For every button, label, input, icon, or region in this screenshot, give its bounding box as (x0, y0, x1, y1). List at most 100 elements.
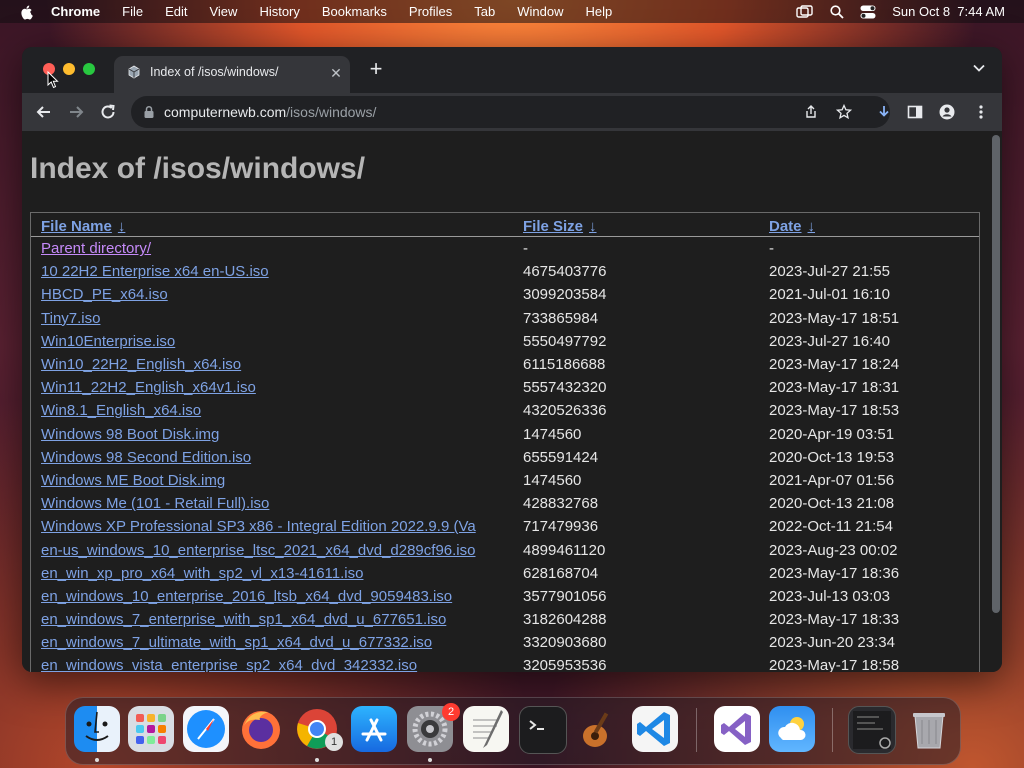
dock-textedit-icon[interactable] (463, 706, 509, 752)
dock-weather-icon[interactable] (769, 706, 815, 752)
file-link[interactable]: Windows Me (101 - Retail Full).iso (41, 495, 269, 512)
file-size-cell: 3320903680 (523, 634, 607, 652)
url-path: /isos/windows/ (286, 104, 377, 120)
apple-menu-icon[interactable] (19, 4, 35, 20)
file-link[interactable]: Tiny7.iso (41, 310, 100, 327)
menu-bar: Chrome File Edit View History Bookmarks … (0, 0, 1024, 23)
sort-arrow-icon[interactable]: ↓ (589, 218, 597, 235)
dock-visual-studio-icon[interactable] (714, 706, 760, 752)
column-header-name[interactable]: File Name ↓ (31, 213, 513, 237)
control-center-icon[interactable] (860, 5, 876, 19)
file-link[interactable]: HBCD_PE_x64.iso (41, 286, 168, 303)
file-name-cell: Tiny7.iso (31, 307, 513, 330)
menu-view[interactable]: View (209, 4, 237, 19)
menu-history[interactable]: History (259, 4, 299, 19)
sort-arrow-icon[interactable]: ↓ (118, 218, 126, 235)
table-row: Win10Enterprise.iso 5550497792 2023-Jul-27… (31, 330, 979, 353)
file-link[interactable]: Win10Enterprise.iso (41, 333, 175, 350)
bookmark-star-icon[interactable] (836, 104, 852, 120)
new-tab-button[interactable]: + (366, 58, 386, 80)
dock-vscode-icon[interactable] (632, 706, 678, 752)
dock-separator (832, 708, 833, 752)
file-link[interactable]: Windows ME Boot Disk.img (41, 472, 225, 489)
file-link[interactable]: en_win_xp_pro_x64_with_sp2_vl_x13-41611.… (41, 565, 363, 582)
sort-by-date-link[interactable]: Date (769, 218, 802, 235)
file-size-cell: 628168704 (523, 564, 599, 582)
file-name-cell: en-us_windows_10_enterprise_ltsc_2021_x6… (31, 538, 513, 561)
reload-button-icon[interactable] (97, 101, 119, 123)
file-link[interactable]: en_windows_vista_enterprise_sp2_x64_dvd_… (41, 657, 417, 672)
dock-launchpad-icon[interactable] (128, 706, 174, 752)
share-icon[interactable] (803, 104, 819, 120)
tab-close-icon[interactable]: ✕ (328, 65, 344, 81)
file-link[interactable]: en_windows_7_ultimate_with_sp1_x64_dvd_u… (41, 634, 432, 651)
dock-recent-window-icon[interactable] (848, 706, 896, 754)
back-button-icon[interactable] (33, 101, 55, 123)
dock-separator (696, 708, 697, 752)
forward-button-icon[interactable] (65, 101, 87, 123)
file-link[interactable]: Windows 98 Second Edition.iso (41, 449, 251, 466)
file-link[interactable]: en_windows_7_enterprise_with_sp1_x64_dvd… (41, 611, 446, 628)
address-bar[interactable]: computernewb.com/isos/windows/ (131, 96, 890, 128)
dock-garageband-icon[interactable] (575, 706, 621, 752)
file-link[interactable]: Windows XP Professional SP3 x86 - Integr… (41, 518, 476, 535)
chrome-badge: 1 (325, 733, 343, 751)
file-link[interactable]: en_windows_10_enterprise_2016_ltsb_x64_d… (41, 588, 452, 605)
dock-safari-icon[interactable] (183, 706, 229, 752)
dock-terminal-icon[interactable] (519, 706, 567, 754)
menu-clock[interactable]: Sun Oct 8 7:44 AM (892, 4, 1005, 19)
table-row: Win11_22H2_English_x64v1.iso 5557432320 20… (31, 376, 979, 399)
tab-strip: Index of /isos/windows/ ✕ + (22, 47, 1002, 93)
dock-firefox-icon[interactable] (238, 706, 284, 752)
dock: 1 2 (65, 697, 961, 765)
file-link[interactable]: Windows 98 Boot Disk.img (41, 426, 219, 443)
mouse-cursor-icon (47, 71, 59, 89)
column-header-size[interactable]: File Size ↓ (513, 213, 759, 237)
file-link[interactable]: en-us_windows_10_enterprise_ltsc_2021_x6… (41, 542, 475, 559)
parent-directory-link[interactable]: Parent directory/ (41, 240, 151, 257)
file-link[interactable]: Win11_22H2_English_x64v1.iso (41, 379, 256, 396)
menu-edit[interactable]: Edit (165, 4, 187, 19)
file-name-cell: en_windows_10_enterprise_2016_ltsb_x64_d… (31, 585, 513, 608)
menu-bookmarks[interactable]: Bookmarks (322, 4, 387, 19)
dock-trash-icon[interactable] (906, 706, 952, 752)
menu-profiles[interactable]: Profiles (409, 4, 452, 19)
chrome-menu-kebab-icon[interactable] (973, 104, 989, 120)
menu-file[interactable]: File (122, 4, 143, 19)
menu-app-name[interactable]: Chrome (51, 4, 100, 19)
file-size-cell: 717479936 (523, 518, 599, 536)
file-size-cell: 428832768 (523, 495, 599, 513)
page-title: Index of /isos/windows/ (30, 152, 366, 185)
dock-app-store-icon[interactable] (351, 706, 397, 752)
file-date-cell: 2023-Jul-27 16:40 (769, 332, 890, 350)
file-name-cell: en_windows_7_enterprise_with_sp1_x64_dvd… (31, 608, 513, 631)
table-row: HBCD_PE_x64.iso 3099203584 2021-Jul-01 16:… (31, 283, 979, 306)
download-icon[interactable] (876, 104, 892, 120)
window-minimize-button[interactable] (63, 63, 75, 75)
file-size-cell: 1474560 (523, 425, 582, 443)
lock-icon[interactable] (143, 105, 155, 119)
file-name-cell: Parent directory/ (31, 237, 513, 261)
spotlight-search-icon[interactable] (830, 4, 844, 19)
tab-search-chevron-icon[interactable] (972, 61, 986, 75)
file-link[interactable]: 10 22H2 Enterprise x64 en-US.iso (41, 263, 269, 280)
profile-avatar-icon[interactable] (939, 104, 955, 120)
file-name-cell: en_windows_7_ultimate_with_sp1_x64_dvd_u… (31, 631, 513, 654)
address-url[interactable]: computernewb.com/isos/windows/ (164, 104, 376, 120)
side-panel-icon[interactable] (907, 104, 923, 120)
sort-by-size-link[interactable]: File Size (523, 218, 583, 235)
menu-help[interactable]: Help (586, 4, 613, 19)
dock-finder-icon[interactable] (74, 706, 120, 752)
file-link[interactable]: Win10_22H2_English_x64.iso (41, 356, 241, 373)
table-row: Windows Me (101 - Retail Full).iso 428832… (31, 492, 979, 515)
page-scrollbar[interactable] (992, 135, 1000, 613)
sort-arrow-icon[interactable]: ↓ (808, 218, 816, 235)
tab-active[interactable]: Index of /isos/windows/ ✕ (114, 56, 350, 93)
file-link[interactable]: Win8.1_English_x64.iso (41, 402, 201, 419)
menu-window[interactable]: Window (517, 4, 563, 19)
screen-mirroring-icon[interactable] (796, 4, 814, 19)
sort-by-name-link[interactable]: File Name (41, 218, 112, 235)
column-header-date[interactable]: Date ↓ (759, 213, 979, 237)
menu-tab[interactable]: Tab (474, 4, 495, 19)
window-zoom-button[interactable] (83, 63, 95, 75)
